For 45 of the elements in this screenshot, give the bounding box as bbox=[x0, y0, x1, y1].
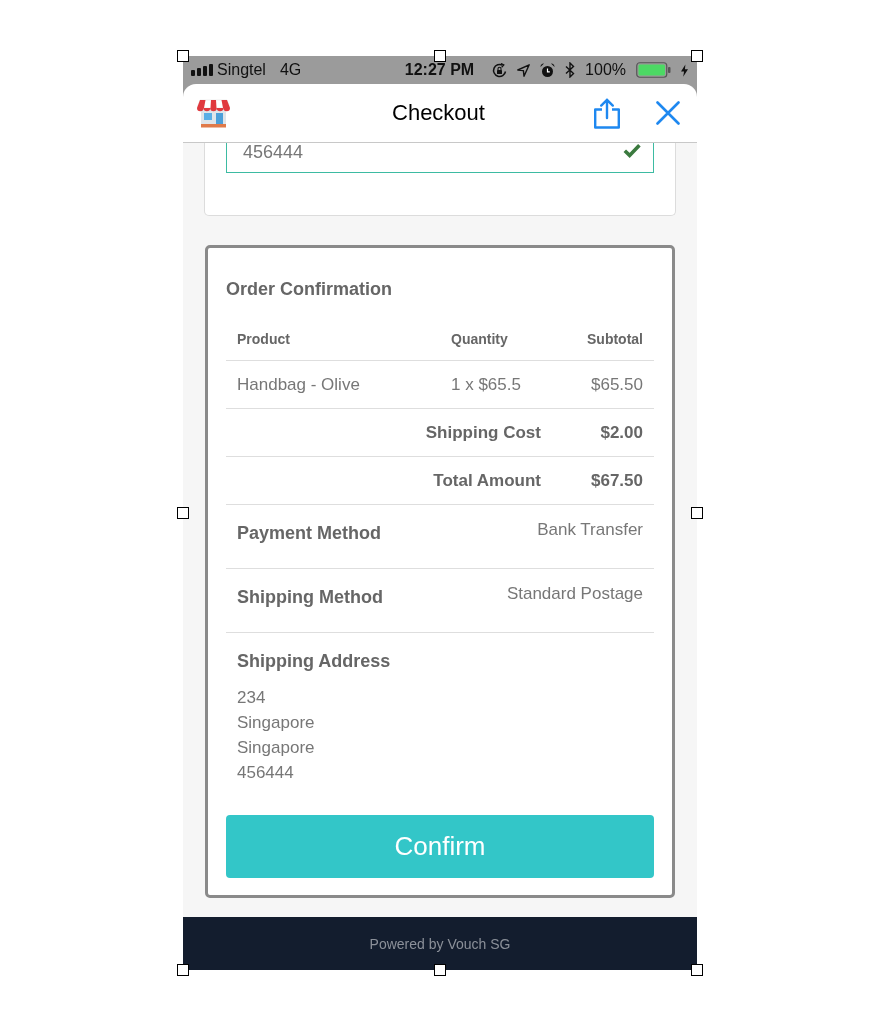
column-header: Quantity bbox=[450, 331, 509, 347]
column-header: Subtotal bbox=[586, 331, 644, 347]
status-time: 12:27 PM bbox=[404, 61, 475, 79]
footer-text: Powered by Vouch SG bbox=[369, 935, 511, 952]
resize-handle[interactable] bbox=[177, 50, 189, 62]
resize-handle[interactable] bbox=[177, 964, 189, 976]
share-button[interactable] bbox=[593, 97, 621, 129]
rotation-lock-icon bbox=[492, 62, 508, 78]
resize-handle[interactable] bbox=[434, 50, 446, 62]
detail-value: Bank Transfer bbox=[537, 519, 643, 541]
storefront-icon bbox=[197, 98, 230, 128]
resize-handle[interactable] bbox=[434, 964, 446, 976]
bluetooth-icon bbox=[565, 62, 576, 78]
card-title: Order Confirmation bbox=[226, 278, 393, 301]
resize-handle[interactable] bbox=[691, 50, 703, 62]
address-line: Singapore bbox=[237, 712, 315, 734]
location-arrow-icon bbox=[517, 63, 531, 77]
summary-value: $2.00 bbox=[599, 422, 644, 443]
address-line: 456444 bbox=[237, 762, 294, 784]
summary-value: $67.50 bbox=[590, 470, 644, 491]
quantity-cell-text: 1 x $65.5 bbox=[450, 374, 522, 395]
battery-icon bbox=[636, 62, 671, 78]
carrier-name: Singtel bbox=[217, 61, 266, 79]
detail-value: Standard Postage bbox=[506, 583, 643, 605]
summary-label: Total Amount bbox=[432, 470, 542, 491]
detail-label: Shipping Method bbox=[237, 586, 383, 609]
column-header: Product bbox=[236, 331, 291, 347]
alarm-clock-icon bbox=[540, 62, 556, 78]
signal-icon bbox=[191, 64, 213, 76]
input-field[interactable]: 456444 bbox=[226, 143, 654, 173]
detail-label: Payment Method bbox=[237, 522, 382, 545]
network-type: 4G bbox=[279, 61, 302, 79]
address-line: 234 bbox=[237, 687, 266, 709]
close-button[interactable] bbox=[656, 101, 680, 125]
detail-label: Shipping Address bbox=[237, 650, 391, 673]
subtotal-cell-text: $65.50 bbox=[590, 374, 644, 395]
header-title: Checkout bbox=[392, 100, 485, 126]
summary-label: Shipping Cost bbox=[424, 422, 542, 443]
resize-handle[interactable] bbox=[177, 507, 189, 519]
charging-bolt-icon bbox=[681, 63, 688, 77]
address-line: Singapore bbox=[237, 737, 315, 759]
resize-handle[interactable] bbox=[691, 964, 703, 976]
product-cell-text: Handbag - Olive bbox=[236, 374, 361, 395]
resize-handle[interactable] bbox=[691, 507, 703, 519]
battery-percentage: 100% bbox=[585, 61, 626, 79]
